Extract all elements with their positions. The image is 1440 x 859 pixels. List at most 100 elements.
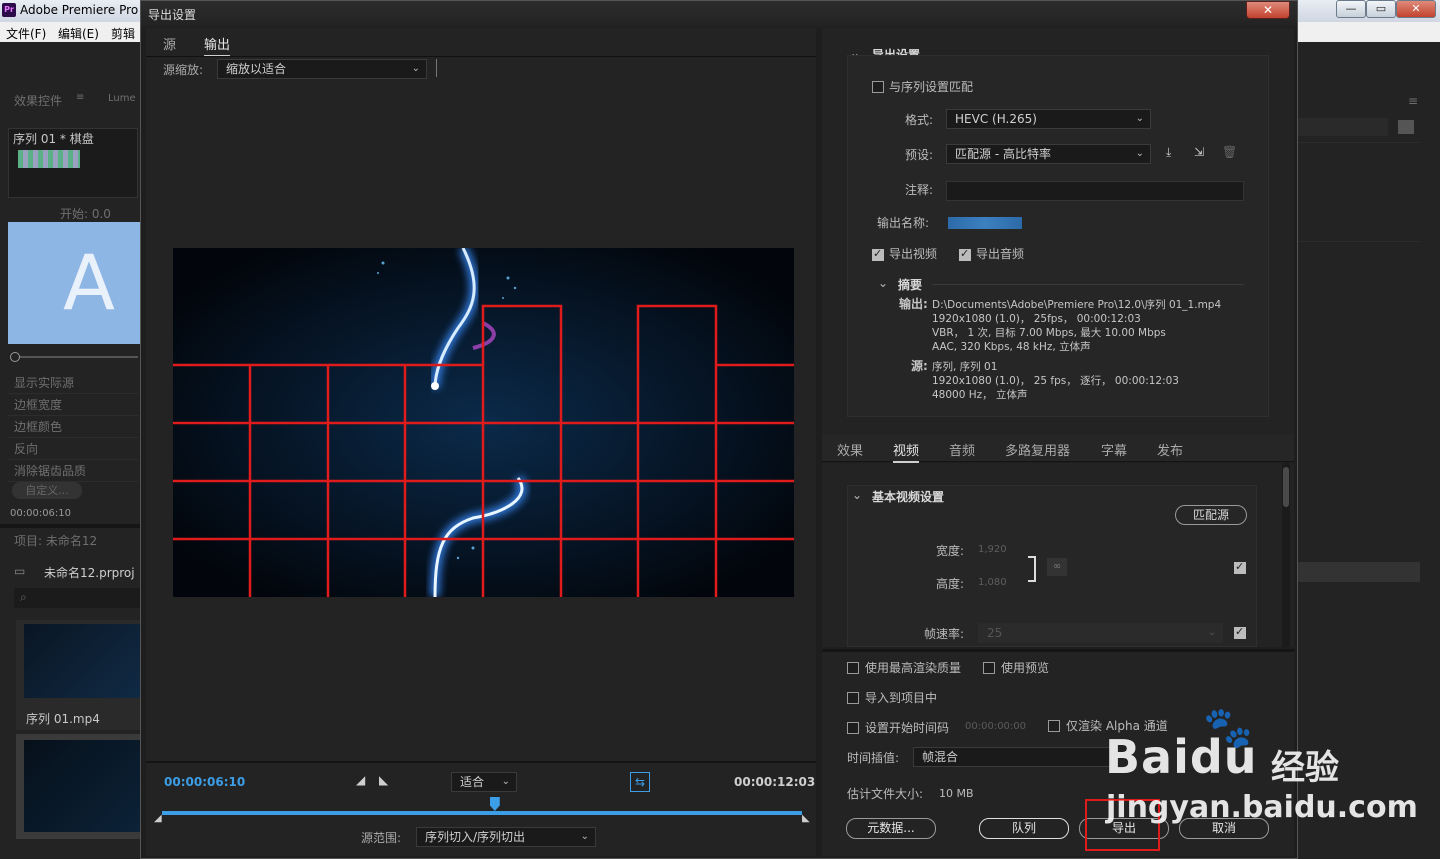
lumetri-tab[interactable]: Lume <box>108 93 136 104</box>
format-label: 格式: <box>905 113 934 127</box>
slider-handle[interactable] <box>10 352 20 362</box>
match-sequence-label: 与序列设置匹配 <box>889 80 974 94</box>
chevron-down-icon[interactable]: ⌄ <box>852 488 862 502</box>
chevron-down-icon[interactable]: ⌄ <box>878 276 888 290</box>
app-close-icon[interactable]: ✕ <box>1396 0 1436 18</box>
summary-output-line-1: D:\Documents\Adobe\Premiere Pro\12.0\序列 … <box>932 299 1222 311</box>
summary-output-line-2: 1920x1080 (1.0)， 25fps， 00:00:12:03 <box>932 313 1141 325</box>
dialog-title: 导出设置 <box>148 8 197 22</box>
new-bin-icon[interactable] <box>1398 120 1414 134</box>
right-search-input[interactable] <box>1298 118 1388 136</box>
time-interpolation-select[interactable]: 帧混合 <box>913 747 1113 767</box>
timeline-controls: 00:00:06:10 ◢ ◣ 适合 ⌄ ⇆ 00:00:12:03 ◢ ◣ 源范… <box>146 761 816 856</box>
effect-timecode: 00:00:06:10 <box>10 508 72 519</box>
render-alpha-checkbox[interactable] <box>1048 720 1060 732</box>
app-title: Adobe Premiere Pro <box>20 3 139 17</box>
zoom-select[interactable]: 适合 ⌄ <box>451 772 517 792</box>
queue-button[interactable]: 队列 <box>979 818 1069 839</box>
height-label: 高度: <box>936 577 965 591</box>
playhead[interactable] <box>489 797 500 811</box>
menu-edit[interactable]: 编辑(E) <box>58 25 99 42</box>
basic-video-header[interactable]: 基本视频设置 <box>872 488 944 505</box>
project-file[interactable]: 未命名12.prproj <box>44 564 135 581</box>
chevron-down-icon: ⌄ <box>411 63 420 74</box>
preview-letter: A <box>8 222 140 344</box>
source-scale-select[interactable]: 缩放以适合 ⌄ <box>217 59 427 79</box>
menu-file[interactable]: 文件(F) <box>6 25 46 42</box>
width-height-checkbox[interactable] <box>1234 560 1246 574</box>
clip-thumbnail[interactable]: 序列 01.mp4 <box>16 620 140 730</box>
project-search-input[interactable]: ⌕ <box>14 588 140 608</box>
export-audio-checkbox[interactable] <box>959 247 971 261</box>
prop-antialias: 消除锯齿品质 <box>14 464 87 478</box>
time-interpolation-label: 时间插值: <box>847 751 900 765</box>
import-preset-icon[interactable]: ⇲ <box>1194 145 1204 159</box>
project-title[interactable]: 项目: 未命名12 <box>14 532 97 549</box>
timeline-range-bar[interactable] <box>162 811 802 815</box>
aspect-correction-icon[interactable]: ⇆ <box>630 772 650 792</box>
source-range-select[interactable]: 序列切入/序列切出 ⌄ <box>416 827 596 847</box>
export-video-checkbox[interactable] <box>872 247 884 261</box>
tab-audio[interactable]: 音频 <box>949 440 975 459</box>
set-out-icon[interactable]: ◣ <box>379 773 388 787</box>
clip-thumbnail-2[interactable] <box>16 734 140 839</box>
tab-source[interactable]: 源 <box>163 34 176 53</box>
framerate-checkbox[interactable] <box>1234 625 1246 639</box>
set-in-icon[interactable]: ◢ <box>356 773 365 787</box>
save-preset-icon[interactable]: ⤓ <box>1166 145 1171 160</box>
range-start-handle[interactable]: ◢ <box>154 813 162 824</box>
summary-header[interactable]: 摘要 <box>898 276 922 293</box>
output-name-link[interactable] <box>948 217 1022 229</box>
chain-link-icon[interactable]: ∞ <box>1047 558 1067 576</box>
custom-button[interactable]: 自定义... <box>12 482 82 499</box>
match-sequence-checkbox[interactable] <box>872 81 884 93</box>
max-render-quality-checkbox[interactable] <box>847 662 859 674</box>
summary-output-line-3: VBR， 1 次, 目标 7.00 Mbps, 最大 10.00 Mbps <box>932 327 1166 339</box>
tab-effects[interactable]: 效果 <box>837 440 863 459</box>
export-video-label: 导出视频 <box>889 247 938 261</box>
prop-show-source: 显示实际源 <box>14 376 75 390</box>
preset-select[interactable]: 匹配源 - 高比特率 ⌄ <box>946 144 1151 164</box>
use-previews-checkbox[interactable] <box>983 662 995 674</box>
minimize-icon[interactable]: — <box>1336 0 1366 18</box>
clip-name: 序列 01.mp4 <box>26 712 100 726</box>
basic-video-group: ⌄ 基本视频设置 匹配源 宽度: 1,920 高度: 1,080 ∞ 帧速率: … <box>847 485 1257 647</box>
preset-label: 预设: <box>905 148 934 162</box>
hamburger-icon[interactable]: ≡ <box>76 92 84 103</box>
import-into-project-checkbox[interactable] <box>847 692 859 704</box>
source-scale-label: 源缩放: <box>163 63 204 77</box>
metadata-button[interactable]: 元数据... <box>846 818 936 839</box>
baidu-watermark: 🐾 Baidu 经验 jingyan.baidu.com <box>1103 700 1418 830</box>
chevron-down-icon: ⌄ <box>501 776 510 787</box>
effect-controls-tab[interactable]: 效果控件 <box>14 92 62 109</box>
width-value[interactable]: 1,920 <box>978 544 1007 555</box>
range-end-handle[interactable]: ◣ <box>802 813 810 824</box>
match-source-button[interactable]: 匹配源 <box>1175 505 1247 525</box>
summary-source-line-2: 1920x1080 (1.0)， 25 fps， 逐行， 00:00:12:03 <box>932 375 1179 387</box>
delete-preset-icon[interactable]: 🗑 <box>1222 145 1237 159</box>
watermark-brand: Baidu <box>1105 730 1258 784</box>
height-value[interactable]: 1,080 <box>978 577 1007 588</box>
video-preview[interactable] <box>173 248 794 597</box>
tab-multiplexer[interactable]: 多路复用器 <box>1005 440 1070 459</box>
use-previews-label: 使用预览 <box>1001 661 1050 675</box>
dialog-close-button[interactable]: ✕ <box>1246 1 1290 19</box>
max-render-quality-label: 使用最高渲染质量 <box>865 661 962 675</box>
tab-captions[interactable]: 字幕 <box>1101 440 1127 459</box>
current-timecode[interactable]: 00:00:06:10 <box>164 775 245 789</box>
comment-input[interactable] <box>946 181 1244 201</box>
panel-menu-icon[interactable]: ≡ <box>1408 94 1418 108</box>
folder-icon: ▭ <box>14 564 26 578</box>
tab-output[interactable]: 输出 <box>204 34 231 57</box>
settings-scrollbar-thumb[interactable] <box>1283 467 1289 507</box>
set-start-timecode-checkbox[interactable] <box>847 722 859 734</box>
tab-publish[interactable]: 发布 <box>1157 440 1183 459</box>
tab-video[interactable]: 视频 <box>893 440 920 463</box>
format-select[interactable]: HEVC (H.265) ⌄ <box>946 109 1151 129</box>
start-timecode-value[interactable]: 00:00:00:00 <box>965 721 1026 732</box>
slider-track[interactable] <box>14 356 138 358</box>
framerate-select[interactable]: 25 ⌄ <box>978 623 1223 643</box>
maximize-icon[interactable]: ▭ <box>1366 0 1396 18</box>
summary-source-line-1: 序列, 序列 01 <box>932 361 998 373</box>
menu-clip[interactable]: 剪辑 <box>111 25 135 42</box>
